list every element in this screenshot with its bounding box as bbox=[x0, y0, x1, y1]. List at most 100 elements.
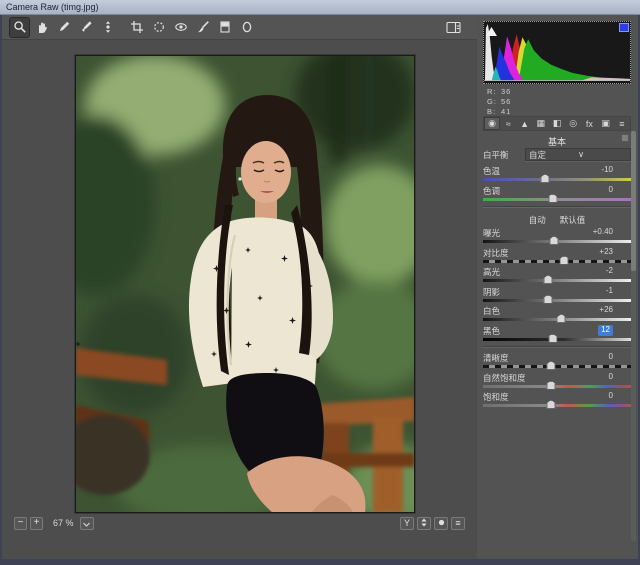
slider-value[interactable]: -2 bbox=[606, 266, 613, 277]
tab-effects[interactable]: fx bbox=[581, 117, 597, 130]
tab-hsl-grayscale[interactable]: ▦ bbox=[533, 117, 549, 130]
spot-removal-icon bbox=[152, 20, 166, 34]
exposure-track[interactable] bbox=[483, 240, 631, 243]
adjustments-panel: R:36 G:56 B:41 ◉ ≈ ▲ ▦ ◧ ◎ fx ▣ ≡ 基本 白平衡… bbox=[477, 15, 638, 559]
slider-label: 清晰度 bbox=[483, 352, 509, 363]
color-sampler-tool-button[interactable] bbox=[76, 18, 95, 37]
g-label: G: bbox=[487, 97, 501, 107]
white-balance-select[interactable]: 自定 ∨ bbox=[525, 148, 631, 161]
slider-label: 高光 bbox=[483, 266, 500, 277]
slider-value[interactable]: 0 bbox=[609, 352, 613, 363]
tab-tone-curve[interactable]: ≈ bbox=[500, 117, 516, 130]
copy-settings-button[interactable] bbox=[434, 517, 448, 530]
adjustment-brush-tool-button[interactable] bbox=[193, 18, 212, 37]
chevron-down-icon bbox=[83, 514, 90, 532]
divider bbox=[483, 206, 631, 208]
red-eye-tool-button[interactable] bbox=[171, 18, 190, 37]
white-balance-tool-button[interactable] bbox=[54, 18, 73, 37]
slider-value[interactable]: -1 bbox=[606, 286, 613, 297]
targeted-adjustment-tool-button[interactable] bbox=[98, 18, 117, 37]
tab-basic[interactable]: ◉ bbox=[484, 117, 500, 130]
auto-link[interactable]: 自动 bbox=[529, 214, 546, 226]
slider-blacks: 黑色12 bbox=[483, 325, 631, 345]
divider bbox=[483, 346, 631, 348]
whites-track[interactable] bbox=[483, 318, 631, 321]
tab-camera-calibration[interactable]: ▣ bbox=[598, 117, 614, 130]
temperature-track[interactable] bbox=[483, 178, 631, 181]
spot-removal-tool-button[interactable] bbox=[149, 18, 168, 37]
b-value: 41 bbox=[501, 107, 511, 116]
graduated-filter-icon bbox=[218, 20, 232, 34]
preferences-button[interactable] bbox=[444, 18, 463, 37]
slider-saturation: 饱和度 0 bbox=[483, 391, 631, 411]
highlights-track[interactable] bbox=[483, 279, 631, 282]
default-link[interactable]: 默认值 bbox=[560, 214, 586, 226]
before-after-toggle-button[interactable]: Y bbox=[400, 517, 414, 530]
slider-label: 对比度 bbox=[483, 247, 509, 258]
radial-filter-tool-button[interactable] bbox=[237, 18, 256, 37]
slider-value[interactable]: 0 bbox=[609, 391, 613, 402]
white-balance-row: 白平衡 自定 ∨ bbox=[483, 146, 631, 163]
slider-value[interactable]: 0 bbox=[609, 372, 613, 383]
photo-canvas[interactable] bbox=[75, 55, 415, 513]
basic-panel-body: 白平衡 自定 ∨ 色温-10 色调0 自动 默认值 曝光+0.40 对比度+23 bbox=[483, 146, 631, 411]
slider-value[interactable]: -10 bbox=[601, 165, 613, 176]
status-bar: − + 67 % Y ≡ bbox=[2, 514, 477, 532]
zoom-in-button[interactable]: + bbox=[30, 517, 43, 530]
panel-menu-icon[interactable] bbox=[621, 134, 629, 142]
slider-value[interactable]: +26 bbox=[599, 305, 613, 316]
slider-tint: 色调 0 bbox=[483, 185, 631, 205]
magnifier-icon bbox=[13, 20, 27, 34]
contrast-track[interactable] bbox=[483, 260, 631, 263]
histogram bbox=[483, 21, 631, 84]
histogram-plot bbox=[484, 22, 630, 83]
hand-tool-button[interactable] bbox=[32, 18, 51, 37]
slider-value[interactable]: 0 bbox=[609, 185, 613, 196]
red-eye-icon bbox=[174, 20, 188, 34]
graduated-filter-tool-button[interactable] bbox=[215, 18, 234, 37]
target-icon bbox=[101, 20, 115, 34]
photo-image bbox=[75, 55, 415, 513]
tint-track[interactable] bbox=[483, 198, 631, 201]
r-value: 36 bbox=[501, 87, 511, 96]
auto-default-row: 自动 默认值 bbox=[483, 212, 631, 227]
title-bar: Camera Raw (timg.jpg) bbox=[0, 0, 640, 15]
slider-exposure: 曝光+0.40 bbox=[483, 227, 631, 247]
slider-label: 色调 bbox=[483, 185, 500, 196]
slider-contrast: 对比度 +23 bbox=[483, 247, 631, 267]
slider-value-editing[interactable]: 12 bbox=[598, 325, 613, 336]
zoom-out-button[interactable]: − bbox=[14, 517, 27, 530]
slider-whites: 白色 +26 bbox=[483, 305, 631, 325]
zoom-tool-button[interactable] bbox=[10, 18, 29, 37]
slider-value[interactable]: +0.40 bbox=[593, 227, 613, 238]
chevron-down-icon: ∨ bbox=[578, 149, 627, 160]
slider-label: 饱和度 bbox=[483, 391, 509, 402]
scrollbar-thumb[interactable] bbox=[631, 131, 636, 271]
panel-tab-strip: ◉ ≈ ▲ ▦ ◧ ◎ fx ▣ ≡ bbox=[483, 116, 631, 131]
tab-lens-corrections[interactable]: ◎ bbox=[565, 117, 581, 130]
shadow-clipping-indicator[interactable] bbox=[486, 23, 497, 41]
tab-detail[interactable]: ▲ bbox=[516, 117, 532, 130]
slider-vibrance: 自然饱和度 0 bbox=[483, 372, 631, 392]
tab-split-toning[interactable]: ◧ bbox=[549, 117, 565, 130]
slider-label: 白色 bbox=[483, 305, 500, 316]
zoom-level-dropdown[interactable] bbox=[80, 517, 94, 530]
highlight-clipping-indicator[interactable] bbox=[620, 24, 628, 31]
swap-settings-button[interactable] bbox=[417, 517, 431, 530]
tab-presets[interactable]: ≡ bbox=[614, 117, 630, 130]
slider-value[interactable]: +23 bbox=[599, 247, 613, 258]
panel-scrollbar[interactable] bbox=[631, 131, 636, 541]
white-balance-label: 白平衡 bbox=[483, 149, 525, 161]
shadows-track[interactable] bbox=[483, 299, 631, 302]
window-title: Camera Raw (timg.jpg) bbox=[6, 2, 99, 12]
crop-tool-button[interactable] bbox=[127, 18, 146, 37]
crop-icon bbox=[130, 20, 144, 34]
clarity-track[interactable] bbox=[483, 365, 631, 368]
blacks-track[interactable] bbox=[483, 338, 631, 341]
view-menu-button[interactable]: ≡ bbox=[451, 517, 465, 530]
panel-header: 基本 bbox=[483, 132, 631, 145]
slider-highlights: 高光 -2 bbox=[483, 266, 631, 286]
saturation-track[interactable] bbox=[483, 404, 631, 407]
vibrance-track[interactable] bbox=[483, 385, 631, 388]
slider-label: 自然饱和度 bbox=[483, 372, 526, 383]
